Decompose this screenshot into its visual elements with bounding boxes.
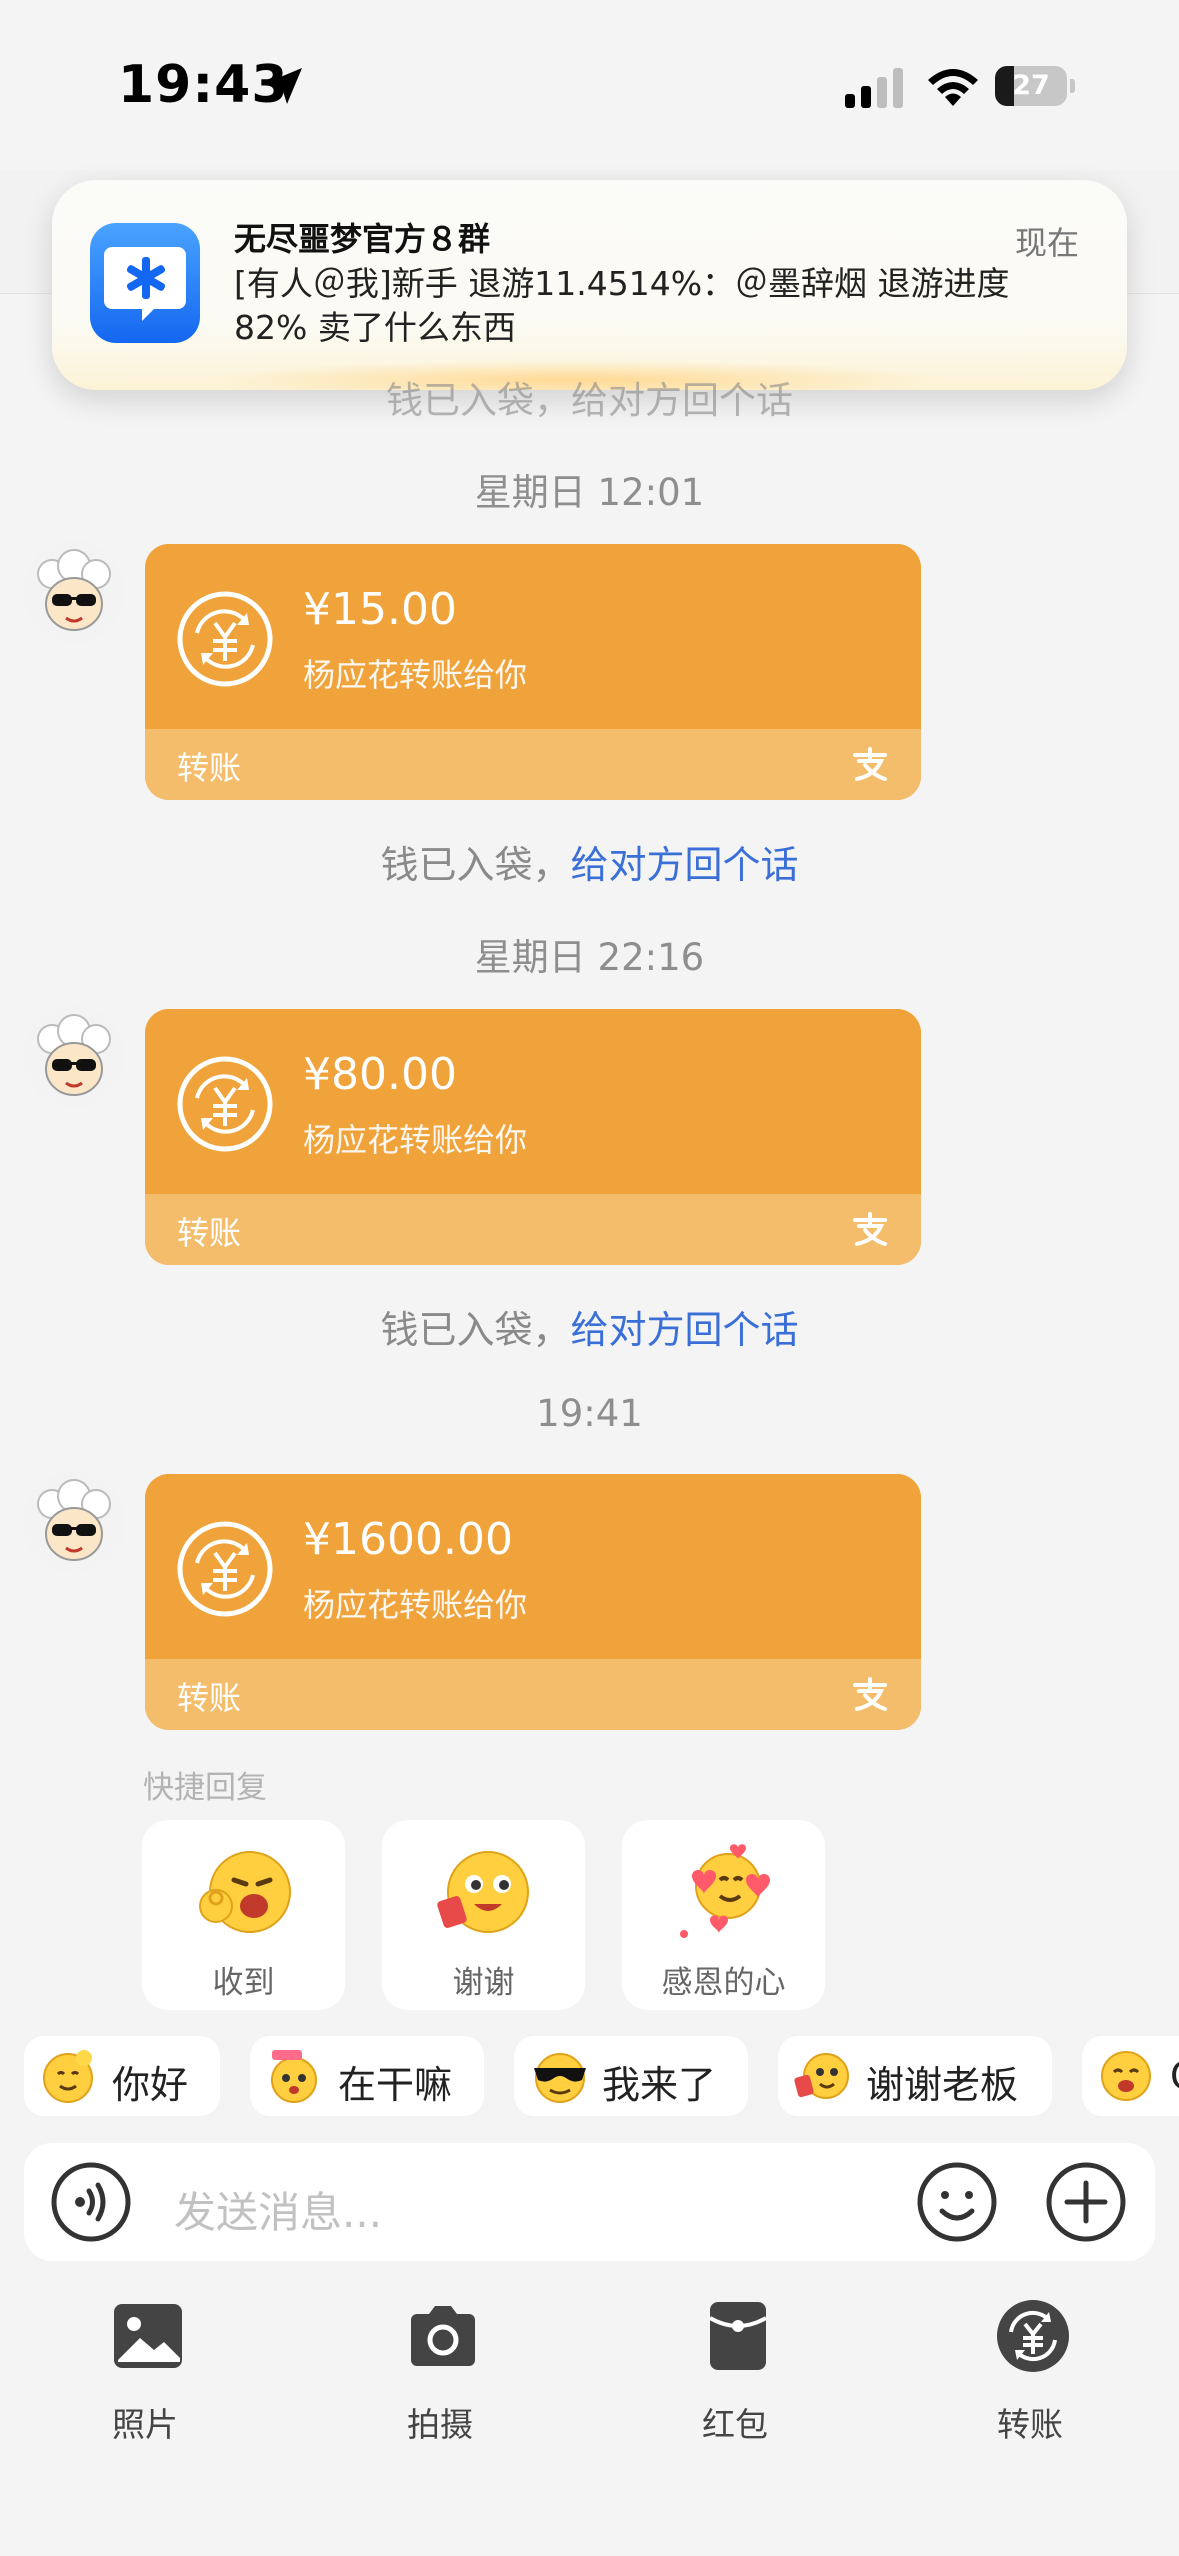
toolbar-label: 拍摄 bbox=[407, 2405, 473, 2444]
toolbar-photo[interactable]: 照片 bbox=[55, 2298, 235, 2458]
quick-reply-thanks[interactable]: 谢谢 bbox=[382, 1820, 585, 2010]
toolbar-camera[interactable]: 拍摄 bbox=[350, 2298, 530, 2458]
photo-icon bbox=[114, 2304, 182, 2368]
chip-im-coming[interactable]: 我来了 bbox=[514, 2036, 748, 2116]
transfer-amount: ¥80.00 bbox=[303, 1049, 457, 1100]
received-text: 钱已入袋， bbox=[380, 843, 571, 887]
quick-reply-received[interactable]: 收到 bbox=[142, 1820, 345, 2010]
received-text: 钱已入袋， bbox=[380, 1308, 571, 1352]
quick-reply-text: 收到 bbox=[212, 1965, 275, 2001]
plus-icon[interactable] bbox=[1045, 2161, 1127, 2243]
transfer-card[interactable]: ¥15.00 杨应花转账给你 转账 bbox=[145, 544, 921, 800]
busy-emoji-icon bbox=[271, 2050, 317, 2103]
red-packet-icon bbox=[709, 2302, 767, 2370]
toolbar-label: 转账 bbox=[997, 2405, 1063, 2444]
sheep-avatar-icon bbox=[22, 540, 126, 644]
alipay-logo-icon bbox=[853, 747, 887, 781]
qq-app-icon bbox=[90, 223, 200, 343]
message-input-bar: 发送消息... bbox=[24, 2143, 1155, 2261]
battery-level: 27 bbox=[1012, 70, 1050, 101]
reply-link[interactable]: 给对方回个话 bbox=[571, 1308, 799, 1352]
alipay-logo-icon bbox=[853, 1212, 887, 1246]
emoji-icon[interactable] bbox=[916, 2161, 998, 2243]
transfer-yuan-icon bbox=[177, 1056, 273, 1152]
alipay-logo-icon bbox=[853, 1677, 887, 1711]
partial-received-note: 钱已入袋，给对方回个话 bbox=[386, 379, 793, 422]
thanks-emoji-icon bbox=[437, 1851, 529, 1933]
transfer-type-label: 转账 bbox=[177, 749, 242, 787]
message-timestamp: 星期日 22:16 bbox=[474, 936, 705, 979]
boss-thanks-emoji-icon bbox=[794, 2053, 849, 2099]
transfer-icon bbox=[997, 2300, 1069, 2372]
notification-title: 无尽噩梦官方８群 bbox=[234, 220, 491, 258]
camera-icon bbox=[411, 2306, 475, 2366]
cellular-signal-icon bbox=[845, 68, 903, 108]
transfer-yuan-icon bbox=[177, 1521, 273, 1617]
reply-link[interactable]: 给对方回个话 bbox=[571, 843, 799, 887]
chip-label: 在干嘛 bbox=[338, 2063, 453, 2107]
transfer-subtitle: 杨应花转账给你 bbox=[303, 1586, 528, 1624]
transfer-yuan-icon bbox=[177, 591, 273, 687]
message-timestamp: 19:41 bbox=[536, 1392, 643, 1435]
chip-partial[interactable]: C bbox=[1082, 2036, 1179, 2116]
transfer-amount: ¥1600.00 bbox=[303, 1514, 513, 1565]
quick-reply-text: 谢谢 bbox=[452, 1965, 515, 2001]
transfer-subtitle: 杨应花转账给你 bbox=[303, 656, 528, 694]
quick-reply-label: 快捷回复 bbox=[143, 1770, 267, 1806]
message-input[interactable]: 发送消息... bbox=[174, 2179, 382, 2240]
received-note: 钱已入袋，给对方回个话 bbox=[0, 1299, 1179, 1354]
avatar[interactable] bbox=[22, 540, 126, 644]
location-arrow-icon bbox=[266, 68, 302, 104]
message-timestamp: 星期日 12:01 bbox=[474, 471, 705, 514]
notification-time: 现在 bbox=[1014, 224, 1079, 262]
wifi-icon bbox=[928, 69, 978, 106]
transfer-card[interactable]: ¥80.00 杨应花转账给你 转账 bbox=[145, 1009, 921, 1265]
toolbar-transfer[interactable]: 转账 bbox=[940, 2298, 1120, 2458]
sheep-avatar-icon bbox=[22, 1470, 126, 1574]
laugh-emoji-icon bbox=[1101, 2051, 1151, 2101]
notification-body: [有人＠我]新手 退游11.4514%：＠墨辞烟 退游进度 82% 卖了什么东西 bbox=[234, 264, 1010, 347]
sheep-avatar-icon bbox=[22, 1005, 126, 1109]
sunglasses-emoji-icon bbox=[534, 2053, 586, 2103]
chip-label: 我来了 bbox=[602, 2063, 717, 2107]
chip-thanks-boss[interactable]: 谢谢老板 bbox=[778, 2036, 1052, 2116]
chip-label: 谢谢老板 bbox=[866, 2063, 1019, 2107]
transfer-type-label: 转账 bbox=[177, 1679, 242, 1717]
voice-input-icon[interactable] bbox=[50, 2161, 132, 2243]
notification-banner[interactable]: 无尽噩梦官方８群 现在 [有人＠我]新手 退游11.4514%：＠墨辞烟 退游进… bbox=[52, 180, 1127, 390]
ok-hand-emoji-icon bbox=[199, 1851, 291, 1933]
transfer-type-label: 转账 bbox=[177, 1214, 242, 1252]
toolbar-label: 红包 bbox=[702, 2405, 768, 2444]
toolbar-label: 照片 bbox=[112, 2405, 178, 2444]
chip-label: 你好 bbox=[112, 2063, 189, 2107]
status-bar: 19:43 27 bbox=[0, 0, 1179, 170]
toolbar-red-packet[interactable]: 红包 bbox=[645, 2298, 825, 2458]
quick-reply-grateful[interactable]: 感恩的心 bbox=[622, 1820, 825, 2010]
avatar[interactable] bbox=[22, 1005, 126, 1109]
received-note: 钱已入袋，给对方回个话 bbox=[0, 834, 1179, 889]
chip-what-doing[interactable]: 在干嘛 bbox=[250, 2036, 484, 2116]
chip-label: C bbox=[1170, 2054, 1179, 2098]
avatar[interactable] bbox=[22, 1470, 126, 1574]
battery-indicator: 27 bbox=[995, 66, 1075, 106]
transfer-subtitle: 杨应花转账给你 bbox=[303, 1121, 528, 1159]
transfer-card[interactable]: ¥1600.00 杨应花转账给你 转账 bbox=[145, 1474, 921, 1730]
hearts-emoji-icon bbox=[680, 1844, 770, 1938]
chip-hello[interactable]: 你好 bbox=[24, 2036, 220, 2116]
wave-emoji-icon bbox=[43, 2050, 93, 2103]
quick-reply-text: 感恩的心 bbox=[661, 1965, 786, 2001]
transfer-amount: ¥15.00 bbox=[303, 584, 457, 635]
